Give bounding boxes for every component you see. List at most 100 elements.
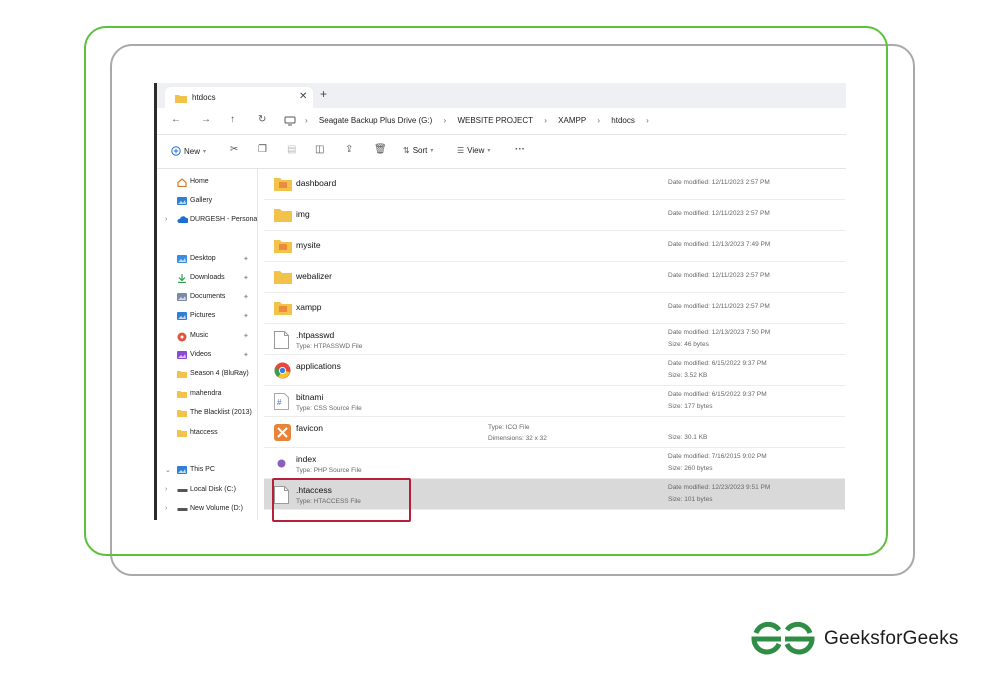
sidebar-item[interactable]: Pictures ✦ bbox=[157, 309, 257, 325]
file-row[interactable]: mysite Date modified: 12/13/2023 7:49 PM bbox=[264, 231, 845, 262]
file-row[interactable]: img Date modified: 12/11/2023 2:57 PM bbox=[264, 200, 845, 231]
view-button[interactable]: ☰ View ▾ bbox=[457, 146, 490, 155]
sidebar-item[interactable]: › New Volume (D:) bbox=[157, 502, 257, 518]
tab-bar: htdocs ✕ + bbox=[157, 83, 846, 108]
xampp-icon bbox=[274, 424, 291, 441]
file-type: Type: PHP Source File bbox=[296, 467, 362, 474]
disk-icon bbox=[177, 486, 188, 495]
css-file-icon: # bbox=[274, 393, 291, 410]
svg-text:#: # bbox=[277, 398, 282, 407]
sidebar-item[interactable]: The Blacklist (2013) bbox=[157, 406, 257, 422]
file-name: .htpasswd bbox=[296, 330, 335, 340]
file-row[interactable]: favicon Type: ICO File Dimensions: 32 x 32… bbox=[264, 417, 845, 448]
chevron-right-icon[interactable]: › bbox=[165, 216, 167, 223]
sidebar-item-label: Gallery bbox=[190, 197, 213, 204]
pin-icon[interactable]: ✦ bbox=[243, 255, 249, 263]
file-row[interactable]: webalizer Date modified: 12/11/2023 2:57 … bbox=[264, 262, 845, 293]
close-tab-icon[interactable]: ✕ bbox=[299, 91, 307, 102]
chevron-right-icon[interactable]: › bbox=[165, 505, 167, 512]
sort-button[interactable]: ⇅ Sort ▾ bbox=[403, 146, 433, 155]
refresh-icon[interactable]: ↻ bbox=[258, 114, 266, 125]
file-name: bitnami bbox=[296, 392, 324, 402]
sidebar-item[interactable]: Downloads ✦ bbox=[157, 271, 257, 287]
paste-icon[interactable]: ▤ bbox=[287, 144, 296, 155]
chrome-icon bbox=[274, 362, 291, 379]
sidebar-item[interactable]: ⌄ This PC bbox=[157, 463, 257, 479]
more-options-icon[interactable]: ··· bbox=[515, 144, 525, 155]
tab-htdocs[interactable]: htdocs ✕ bbox=[165, 87, 313, 108]
up-arrow-icon[interactable]: ↑ bbox=[230, 114, 235, 125]
file-name: mysite bbox=[296, 240, 321, 250]
pictures-icon bbox=[177, 312, 187, 321]
sidebar-item-label: mahendra bbox=[190, 390, 222, 397]
address-bar: ← → ↑ ↻ › Seagate Backup Plus Drive (G:)… bbox=[157, 108, 846, 135]
desktop-icon bbox=[177, 255, 187, 264]
file-row[interactable]: # bitnami Type: CSS Source File Date modifi… bbox=[264, 386, 845, 417]
sidebar-item[interactable]: htaccess bbox=[157, 426, 257, 442]
file-size: Size: 177 bytes bbox=[668, 403, 713, 410]
onedrive-icon bbox=[177, 216, 190, 225]
date-modified: Date modified: 6/15/2022 9:37 PM bbox=[668, 360, 767, 367]
folder-icon bbox=[175, 95, 187, 103]
pin-icon[interactable]: ✦ bbox=[243, 351, 249, 359]
file-dimensions: Dimensions: 32 x 32 bbox=[488, 435, 547, 442]
file-row[interactable]: .htpasswd Type: HTPASSWD File Date modifie… bbox=[264, 324, 845, 355]
folder-icon bbox=[274, 300, 292, 317]
cut-icon[interactable]: ✂ bbox=[230, 144, 238, 155]
file-row[interactable]: xampp Date modified: 12/11/2023 2:57 PM bbox=[264, 293, 845, 324]
folder-icon bbox=[177, 429, 187, 438]
sidebar-item[interactable]: mahendra bbox=[157, 387, 257, 403]
folder-icon bbox=[274, 176, 292, 193]
sidebar-item[interactable]: Desktop ✦ bbox=[157, 252, 257, 268]
breadcrumb-separator: › bbox=[443, 116, 447, 125]
share-icon[interactable]: ⇪ bbox=[345, 144, 353, 155]
breadcrumb-separator: › bbox=[305, 116, 308, 125]
forward-arrow-icon[interactable]: → bbox=[201, 114, 211, 125]
breadcrumb-htdocs[interactable]: htdocs bbox=[611, 116, 635, 125]
copy-icon[interactable]: ❐ bbox=[258, 144, 267, 155]
back-arrow-icon[interactable]: ← bbox=[171, 114, 181, 125]
sidebar-item-label: Pictures bbox=[190, 312, 216, 319]
tab-title: htdocs bbox=[192, 93, 216, 102]
file-type: Type: HTPASSWD File bbox=[296, 343, 363, 350]
file-icon bbox=[274, 331, 291, 349]
sidebar-item[interactable]: › DURGESH - Persona bbox=[157, 213, 257, 229]
pin-icon[interactable]: ✦ bbox=[243, 274, 249, 282]
brand-logo: GeeksforGeeks bbox=[750, 622, 959, 656]
sidebar-item[interactable]: Music ✦ bbox=[157, 329, 257, 345]
breadcrumb-drive[interactable]: Seagate Backup Plus Drive (G:) bbox=[319, 116, 432, 125]
folder-icon bbox=[177, 409, 187, 418]
pin-icon[interactable]: ✦ bbox=[243, 332, 249, 340]
view-icon: ☰ bbox=[457, 146, 465, 155]
date-modified: Date modified: 12/11/2023 2:57 PM bbox=[668, 210, 770, 217]
chevron-down-icon[interactable]: ⌄ bbox=[165, 466, 171, 474]
file-name: index bbox=[296, 454, 317, 464]
file-row[interactable]: index Type: PHP Source File Date modified:… bbox=[264, 448, 845, 479]
new-button[interactable]: New ▾ bbox=[171, 146, 206, 156]
chevron-right-icon[interactable]: › bbox=[165, 486, 167, 493]
sidebar-item[interactable]: Documents ✦ bbox=[157, 290, 257, 306]
rename-icon[interactable]: ◫ bbox=[315, 144, 324, 155]
date-modified: Date modified: 12/11/2023 2:57 PM bbox=[668, 272, 770, 279]
pin-icon[interactable]: ✦ bbox=[243, 293, 249, 301]
breadcrumb-website-project[interactable]: WEBSITE PROJECT bbox=[457, 116, 533, 125]
breadcrumb-xampp[interactable]: XAMPP bbox=[558, 116, 586, 125]
sidebar-item[interactable]: Season 4 (BluRay) bbox=[157, 367, 257, 383]
sidebar-item-label: htaccess bbox=[190, 429, 218, 436]
sidebar-item[interactable]: Gallery bbox=[157, 194, 257, 210]
sidebar-item[interactable]: › Local Disk (C:) bbox=[157, 483, 257, 499]
folder-icon bbox=[274, 238, 292, 255]
new-tab-button[interactable]: + bbox=[320, 87, 327, 101]
file-row[interactable]: applications Date modified: 6/15/2022 9:3… bbox=[264, 355, 845, 386]
sidebar-item-label: Home bbox=[190, 178, 209, 185]
file-size: Size: 30.1 KB bbox=[668, 434, 708, 441]
chevron-down-icon: ▾ bbox=[430, 148, 434, 154]
chevron-down-icon: ▾ bbox=[487, 148, 491, 154]
videos-icon bbox=[177, 351, 187, 360]
sidebar-item[interactable]: Home bbox=[157, 175, 257, 191]
delete-icon[interactable]: 🗑︎ bbox=[374, 144, 387, 155]
pin-icon[interactable]: ✦ bbox=[243, 312, 249, 320]
php-file-icon bbox=[274, 455, 291, 472]
file-row[interactable]: dashboard Date modified: 12/11/2023 2:57 … bbox=[264, 169, 845, 200]
sidebar-item[interactable]: Videos ✦ bbox=[157, 348, 257, 364]
